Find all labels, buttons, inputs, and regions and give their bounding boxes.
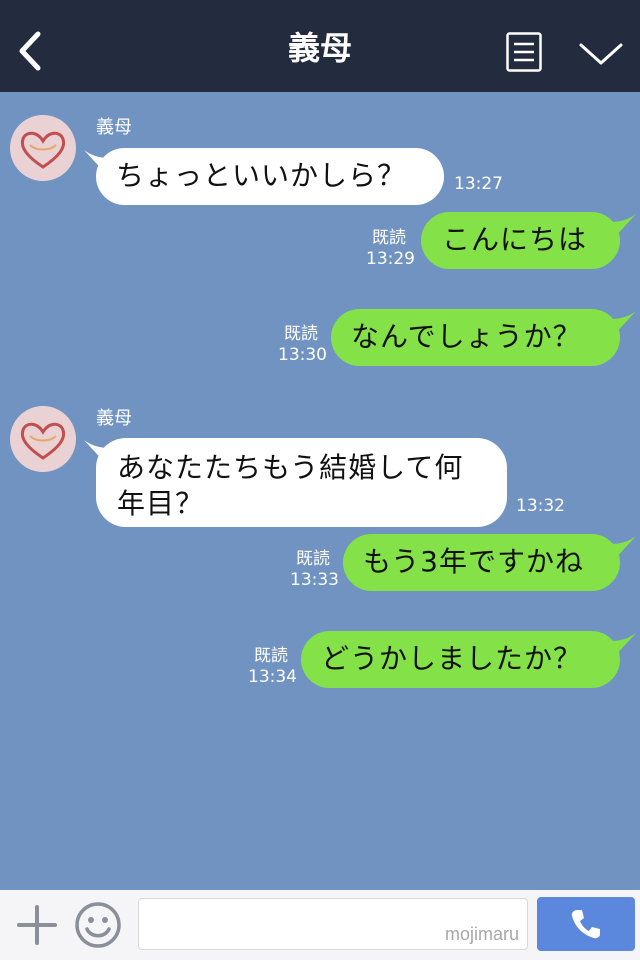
message-text: ちょっといいかしら？ <box>116 159 407 192</box>
message-bubble[interactable]: なんでしょうか？ <box>331 309 620 366</box>
message-time: 13:32 <box>516 496 565 516</box>
message-time: 13:27 <box>454 174 503 194</box>
sender-name: 義母 <box>96 408 132 429</box>
read-status: 既読 13:30 <box>278 324 327 366</box>
message-time: 13:29 <box>366 249 415 269</box>
message-bubble[interactable]: もう3年ですかね <box>343 534 620 591</box>
message-bubble[interactable]: こんにちは <box>421 212 620 269</box>
list-icon[interactable] <box>506 32 542 72</box>
message-text: どうかしましたか？ <box>321 642 583 675</box>
message-time: 13:33 <box>290 570 339 590</box>
plus-icon[interactable] <box>16 904 58 946</box>
phone-icon <box>571 910 600 939</box>
heart-avatar-icon <box>20 422 66 460</box>
heart-avatar-icon <box>20 131 66 169</box>
message-input-bar: mojimaru <box>0 890 640 960</box>
read-label: 既読 <box>372 228 406 248</box>
message-text: なんでしょうか？ <box>351 320 582 353</box>
message-bubble[interactable]: あなたたちもう結婚して何 年目？ <box>96 438 507 527</box>
message-time: 13:30 <box>278 345 327 365</box>
message-text: もう3年ですかね <box>363 545 584 578</box>
message-bubble[interactable]: どうかしましたか？ <box>301 631 620 688</box>
call-button[interactable] <box>537 897 635 951</box>
read-label: 既読 <box>296 549 330 569</box>
read-status: 既読 13:34 <box>248 646 297 688</box>
read-status: 既読 13:33 <box>290 549 339 591</box>
read-label: 既読 <box>284 324 318 344</box>
chat-header: 義母 <box>0 0 640 92</box>
message-text: こんにちは <box>442 223 588 256</box>
watermark-text: mojimaru <box>444 924 519 944</box>
message-text-line: 年目？ <box>117 487 205 520</box>
sender-name: 義母 <box>96 117 132 138</box>
message-text-line: あなたたちもう結婚して何 <box>117 451 464 484</box>
avatar[interactable] <box>10 406 76 472</box>
message-bubble[interactable]: ちょっといいかしら？ <box>96 148 444 205</box>
read-label: 既読 <box>254 646 288 666</box>
message-input[interactable]: mojimaru <box>138 898 528 950</box>
smiley-icon[interactable] <box>74 901 122 949</box>
message-time: 13:34 <box>248 667 297 687</box>
avatar[interactable] <box>10 115 76 181</box>
read-status: 既読 13:29 <box>366 228 415 270</box>
chat-title: 義母 <box>287 29 352 67</box>
chevron-down-icon[interactable] <box>578 40 624 68</box>
